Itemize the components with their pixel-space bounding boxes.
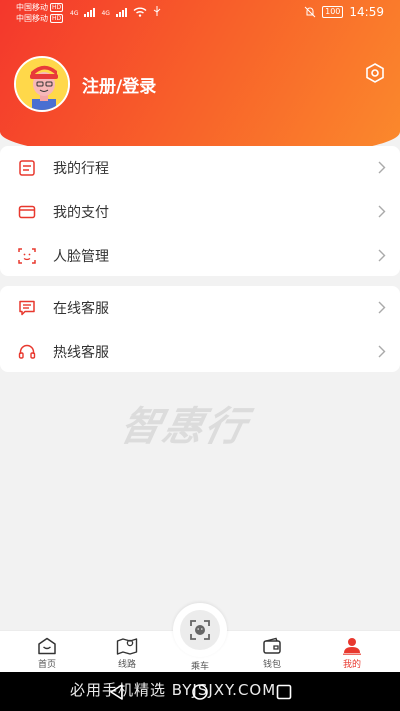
hd-badge: HD	[50, 14, 64, 23]
chevron-right-icon	[378, 205, 386, 218]
avatar[interactable]	[14, 56, 70, 112]
tab-label: 我的	[342, 660, 361, 670]
chevron-right-icon	[378, 161, 386, 174]
carrier-1: 中国移动	[16, 3, 48, 12]
tab-home[interactable]: 首页	[17, 631, 77, 673]
chevron-right-icon	[378, 249, 386, 262]
itinerary-icon	[16, 157, 38, 179]
signal-indicators: 4G 4G	[70, 6, 161, 17]
tab-routes[interactable]: 线路	[97, 631, 157, 673]
brand-watermark: 智惠行	[116, 404, 253, 450]
usb-icon	[153, 6, 161, 16]
tab-label: 线路	[117, 660, 136, 670]
menu-item-label: 热线客服	[53, 345, 109, 361]
home-icon	[38, 637, 56, 655]
menu-item-face[interactable]: 人脸管理	[0, 234, 400, 278]
tab-label: 钱包	[262, 660, 281, 670]
signal-icon	[84, 8, 96, 17]
payment-card-icon	[16, 201, 38, 223]
recents-icon[interactable]	[274, 682, 294, 702]
login-label[interactable]: 注册/登录	[82, 72, 156, 97]
signal-icon	[115, 8, 127, 17]
menu-item-payment[interactable]: 我的支付	[0, 190, 400, 234]
face-scan-icon	[16, 245, 38, 267]
menu-item-hotline[interactable]: 热线客服	[0, 330, 400, 374]
carrier-info: 中国移动 HD 中国移动 HD	[16, 2, 64, 24]
menu-item-itinerary[interactable]: 我的行程	[0, 146, 400, 190]
chevron-right-icon	[378, 345, 386, 358]
tab-label: 首页	[37, 660, 56, 670]
menu-item-label: 我的行程	[53, 161, 109, 177]
login-entry[interactable]: 注册/登录	[14, 56, 156, 112]
network-type: 4G	[70, 10, 79, 17]
menu-item-label: 我的支付	[53, 205, 109, 221]
chat-bubble-icon	[16, 297, 38, 319]
chevron-right-icon	[378, 301, 386, 314]
menu-item-label: 在线客服	[53, 301, 109, 317]
settings-icon[interactable]	[364, 62, 386, 84]
map-pin-icon	[116, 638, 138, 655]
headset-icon	[16, 341, 38, 363]
menu-group-support: 在线客服 热线客服	[0, 286, 400, 372]
status-right: 100 14:59	[304, 5, 384, 19]
battery-icon: 100	[322, 6, 344, 18]
scan-face-icon	[180, 610, 220, 650]
status-bar: 中国移动 HD 中国移动 HD 4G 4G 100 14:59	[0, 0, 400, 26]
menu-item-label: 人脸管理	[53, 249, 109, 265]
tab-label: 乘车	[190, 662, 209, 672]
source-watermark-text: 必用手机精选 BYJSJXY.COM	[70, 681, 277, 699]
menu-group-account: 我的行程 我的支付 人脸管理	[0, 146, 400, 276]
tab-wallet[interactable]: 钱包	[242, 631, 302, 673]
wallet-icon	[263, 637, 281, 654]
mute-icon	[304, 6, 316, 18]
wifi-icon	[133, 7, 147, 17]
menu-item-online-service[interactable]: 在线客服	[0, 286, 400, 330]
carrier-2: 中国移动	[16, 14, 48, 23]
tab-mine[interactable]: 我的	[322, 631, 382, 673]
user-icon	[343, 638, 361, 655]
network-type: 4G	[101, 10, 110, 17]
status-time: 14:59	[349, 5, 384, 19]
hd-badge: HD	[50, 3, 64, 12]
ride-scan-button[interactable]	[173, 603, 227, 657]
